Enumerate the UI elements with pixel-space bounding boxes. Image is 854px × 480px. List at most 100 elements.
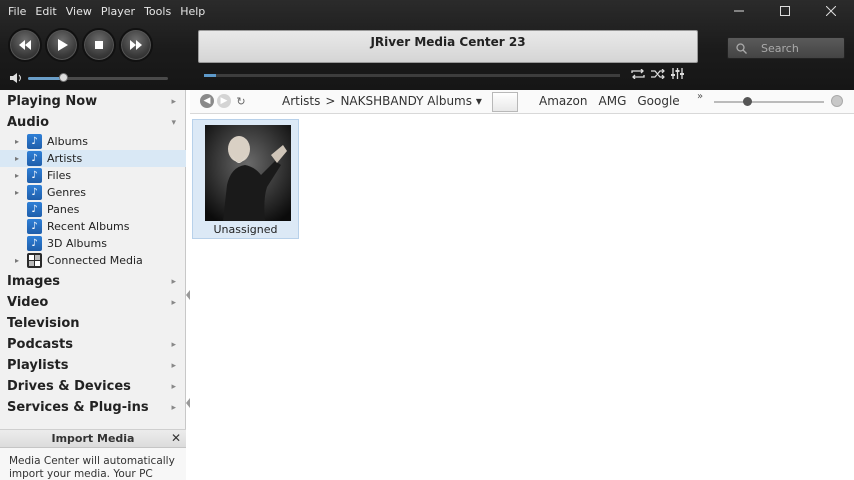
menu-view[interactable]: View <box>62 3 97 20</box>
sidebar-item-label: Connected Media <box>47 254 143 267</box>
shuffle-icon[interactable] <box>651 68 665 79</box>
content-pane: Unassigned <box>190 115 854 480</box>
chevron-right-icon: ▸ <box>171 402 176 413</box>
close-icon[interactable]: ✕ <box>171 431 181 445</box>
more-links-button[interactable]: » <box>697 91 703 102</box>
sidebar-item-panes[interactable]: ♪ Panes <box>0 201 186 218</box>
expand-arrow-icon[interactable]: ▸ <box>15 188 27 197</box>
menu-player[interactable]: Player <box>97 3 140 20</box>
window-controls <box>716 0 854 22</box>
sidebar-item-images[interactable]: Images ▸ <box>0 271 186 292</box>
google-link[interactable]: Google <box>637 94 679 108</box>
previous-button[interactable] <box>8 28 42 62</box>
sidebar-item-label: Albums <box>47 135 88 148</box>
music-note-icon: ♪ <box>27 236 42 251</box>
fast-forward-icon <box>130 40 142 50</box>
import-media-title: Import Media <box>51 432 135 445</box>
play-button[interactable] <box>45 28 79 62</box>
now-playing-display: JRiver Media Center 23 <box>198 30 698 63</box>
sidebar-item-label: Files <box>47 169 72 182</box>
thumbnail-size-slider[interactable] <box>714 97 824 106</box>
volume-fill <box>28 77 63 80</box>
import-media-header: Import Media ✕ <box>0 430 186 448</box>
menu-tools[interactable]: Tools <box>140 3 176 20</box>
sidebar-item-playing-now[interactable]: Playing Now ▸ <box>0 91 186 112</box>
album-tile[interactable]: Unassigned <box>192 119 299 239</box>
sidebar-item-label: Drives & Devices <box>7 379 131 394</box>
stop-icon <box>95 41 103 49</box>
thumbnail-size-handle[interactable] <box>743 97 752 106</box>
app-title: JRiver Media Center 23 <box>370 35 526 49</box>
menu-edit[interactable]: Edit <box>31 3 61 20</box>
volume-handle[interactable] <box>59 73 68 82</box>
sidebar-item-podcasts[interactable]: Podcasts ▸ <box>0 334 186 355</box>
sidebar-item-drives-devices[interactable]: Drives & Devices ▸ <box>0 376 186 397</box>
connected-media-icon <box>27 253 42 268</box>
stop-button[interactable] <box>82 28 116 62</box>
import-media-panel: Import Media ✕ Media Center will automat… <box>0 429 186 480</box>
chevron-right-icon: ▸ <box>171 96 176 107</box>
menu-help[interactable]: Help <box>176 3 210 20</box>
sidebar-item-label: Audio <box>7 115 50 130</box>
sidebar-item-connected-media[interactable]: ▸ Connected Media <box>0 252 186 269</box>
sidebar-item-label: Playlists <box>7 358 69 373</box>
sidebar-item-albums[interactable]: ▸ ♪ Albums <box>0 133 186 150</box>
view-mode-button[interactable] <box>492 92 518 112</box>
refresh-icon[interactable]: ↻ <box>234 94 248 108</box>
amazon-link[interactable]: Amazon <box>539 94 588 108</box>
sidebar-item-label: Podcasts <box>7 337 73 352</box>
sidebar-item-label: Panes <box>47 203 80 216</box>
chevron-right-icon: ▸ <box>171 360 176 371</box>
repeat-icon[interactable] <box>631 68 645 79</box>
transport-controls <box>8 28 153 62</box>
music-note-icon: ♪ <box>27 219 42 234</box>
chevron-right-icon: ▸ <box>171 381 176 392</box>
track-progress[interactable] <box>204 74 620 77</box>
breadcrumb-separator: > <box>325 94 336 108</box>
expand-arrow-icon[interactable]: ▸ <box>15 256 27 265</box>
search-box[interactable] <box>727 37 845 59</box>
web-links: Amazon AMG Google <box>539 94 680 108</box>
sidebar-item-playlists[interactable]: Playlists ▸ <box>0 355 186 376</box>
album-tile-label: Unassigned <box>213 223 278 236</box>
expand-arrow-icon[interactable]: ▸ <box>15 137 27 146</box>
sidebar-item-audio[interactable]: Audio ▾ <box>0 112 186 133</box>
sidebar-item-video[interactable]: Video ▸ <box>0 292 186 313</box>
sidebar-item-artists[interactable]: ▸ ♪ Artists <box>0 150 186 167</box>
sidebar-item-3d-albums[interactable]: ♪ 3D Albums <box>0 235 186 252</box>
equalizer-icon[interactable] <box>671 68 684 79</box>
minimize-icon[interactable] <box>716 0 762 22</box>
sidebar-item-label: Images <box>7 274 61 289</box>
forward-icon[interactable]: ▶ <box>217 94 231 108</box>
music-note-icon: ♪ <box>27 151 42 166</box>
search-input[interactable] <box>761 41 831 55</box>
amg-link[interactable]: AMG <box>599 94 627 108</box>
play-icon <box>58 39 68 51</box>
breadcrumb-nakshbandy-albums[interactable]: NAKSHBANDY Albums ▾ <box>340 94 481 108</box>
maximize-icon[interactable] <box>762 0 808 22</box>
back-icon[interactable]: ◀ <box>200 94 214 108</box>
menu-file[interactable]: File <box>4 3 31 20</box>
sidebar-item-label: Playing Now <box>7 94 98 109</box>
track-progress-fill <box>204 74 217 77</box>
music-note-icon: ♪ <box>27 202 42 217</box>
sidebar-item-label: Video <box>7 295 49 310</box>
sidebar-item-label: Services & Plug-ins <box>7 400 149 415</box>
chevron-right-icon: ▸ <box>171 297 176 308</box>
sidebar-item-services-plugins[interactable]: Services & Plug-ins ▸ <box>0 397 186 418</box>
sidebar-item-genres[interactable]: ▸ ♪ Genres <box>0 184 186 201</box>
reset-size-icon[interactable] <box>831 95 843 107</box>
sidebar-item-files[interactable]: ▸ ♪ Files <box>0 167 186 184</box>
expand-arrow-icon[interactable]: ▸ <box>15 171 27 180</box>
breadcrumb-artists[interactable]: Artists <box>282 94 320 108</box>
sidebar-item-label: Artists <box>47 152 83 165</box>
speaker-icon[interactable] <box>10 73 23 83</box>
next-button[interactable] <box>119 28 153 62</box>
sidebar-item-television[interactable]: Television <box>0 313 186 334</box>
expand-arrow-icon[interactable]: ▸ <box>15 154 27 163</box>
player-chrome: File Edit View Player Tools Help JRiver … <box>0 0 854 90</box>
close-icon[interactable] <box>808 0 854 22</box>
volume-slider[interactable] <box>28 73 168 82</box>
rewind-icon <box>19 40 31 50</box>
sidebar-item-recent-albums[interactable]: ♪ Recent Albums <box>0 218 186 235</box>
